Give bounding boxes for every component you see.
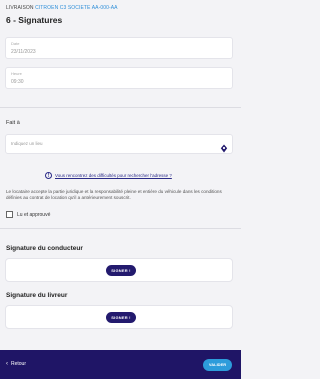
divider [0,228,241,229]
place-input[interactable]: Indiquez un lieu [5,134,233,154]
driver-signature-title: Signature du conducteur [6,245,83,252]
divider [0,107,241,108]
address-help-link[interactable]: ! Vous rencontrez des difficultés pour r… [45,170,172,180]
header: LIVRAISON CITROEN C3 SOCIETE AA-000-AA 6… [0,0,241,34]
date-field-value: 23/11/2023 [11,49,36,55]
validate-button[interactable]: VALIDER [203,359,232,371]
deliverer-signature-box: SIGNER ! [5,305,233,329]
checkbox-icon[interactable] [6,211,13,218]
breadcrumb-vehicle: CITROEN C3 SOCIETE AA-000-AA [35,5,118,11]
consent-label: Lu et approuvé [17,211,51,218]
breadcrumb: LIVRAISON CITROEN C3 SOCIETE AA-000-AA [6,5,118,11]
map-pin-icon[interactable] [220,140,228,158]
legal-text: Le locataire accepte la partie juridique… [6,189,222,201]
consent-checkbox[interactable]: Lu et approuvé [6,211,50,218]
deliverer-sign-button[interactable]: SIGNER ! [106,312,136,323]
place-label: Fait à [6,120,20,126]
breadcrumb-prefix: LIVRAISON [6,5,34,11]
time-field-value: 09:30 [11,79,24,85]
driver-sign-button[interactable]: SIGNER ! [106,265,136,276]
place-placeholder: Indiquez un lieu [11,141,43,146]
page-title: 6 - Signatures [6,15,63,25]
deliverer-signature-title: Signature du livreur [6,292,68,299]
footer-bar: ‹ Retour VALIDER [0,350,241,379]
chevron-left-icon: ‹ [6,361,8,367]
date-field-label: Date [11,41,20,46]
date-field[interactable]: Date 23/11/2023 [5,37,233,59]
info-icon: ! [45,171,52,179]
driver-signature-box: SIGNER ! [5,258,233,282]
time-field-label: Heure [11,71,22,76]
time-field[interactable]: Heure 09:30 [5,67,233,89]
back-label: Retour [11,361,27,367]
address-help-text: Vous rencontrez des difficultés pour rec… [55,172,172,178]
back-button[interactable]: ‹ Retour [6,361,26,367]
